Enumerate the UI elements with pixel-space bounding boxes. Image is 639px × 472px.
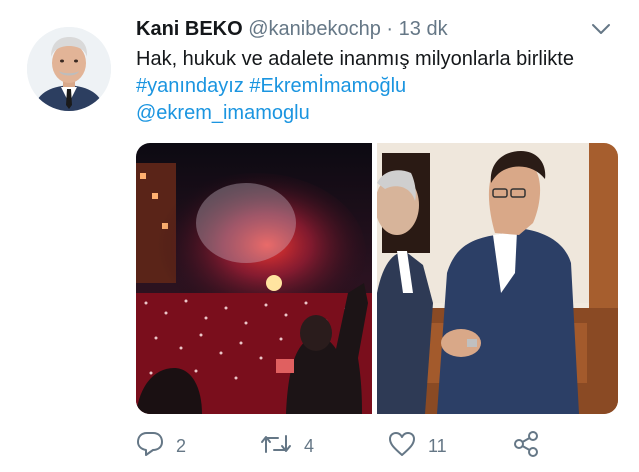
- like-count: 11: [428, 435, 447, 456]
- share-button[interactable]: [512, 430, 540, 463]
- avatar[interactable]: [27, 27, 111, 111]
- tweet-header: Kani BEKO @kanibekochp · 13 dk: [136, 16, 448, 42]
- reply-count: 2: [176, 435, 187, 456]
- reply-icon: [136, 431, 164, 462]
- like-button[interactable]: 11: [388, 431, 447, 462]
- author-name[interactable]: Kani BEKO: [136, 18, 243, 40]
- media-image-handshake[interactable]: [377, 143, 618, 414]
- heart-icon: [388, 431, 416, 462]
- retweet-count: 4: [304, 435, 315, 456]
- retweet-icon: [260, 432, 292, 461]
- reply-button[interactable]: 2: [136, 431, 186, 462]
- tweet-text-plain: Hak, hukuk ve adalete inanmış milyonlarl…: [136, 48, 574, 70]
- author-handle[interactable]: @kanibekochp: [248, 18, 381, 40]
- mention-ekrem-imamoglu[interactable]: @ekrem_imamoglu: [136, 102, 310, 124]
- hashtag-yanindayiz[interactable]: #yanındayız: [136, 75, 244, 97]
- tweet-media: [136, 143, 618, 414]
- share-icon: [512, 430, 540, 463]
- hashtag-ekremimamoglu[interactable]: #Ekremİmamoğlu: [249, 75, 406, 97]
- separator-dot: ·: [386, 18, 394, 40]
- avatar-image: [27, 27, 111, 111]
- retweet-button[interactable]: 4: [260, 432, 314, 461]
- tweet-text: Hak, hukuk ve adalete inanmış milyonlarl…: [136, 46, 606, 127]
- tweet-timestamp[interactable]: 13 dk: [399, 18, 448, 40]
- chevron-down-icon[interactable]: [586, 14, 616, 44]
- tweet-actions: 2 4 11: [136, 430, 606, 463]
- media-image-crowd[interactable]: [136, 143, 372, 414]
